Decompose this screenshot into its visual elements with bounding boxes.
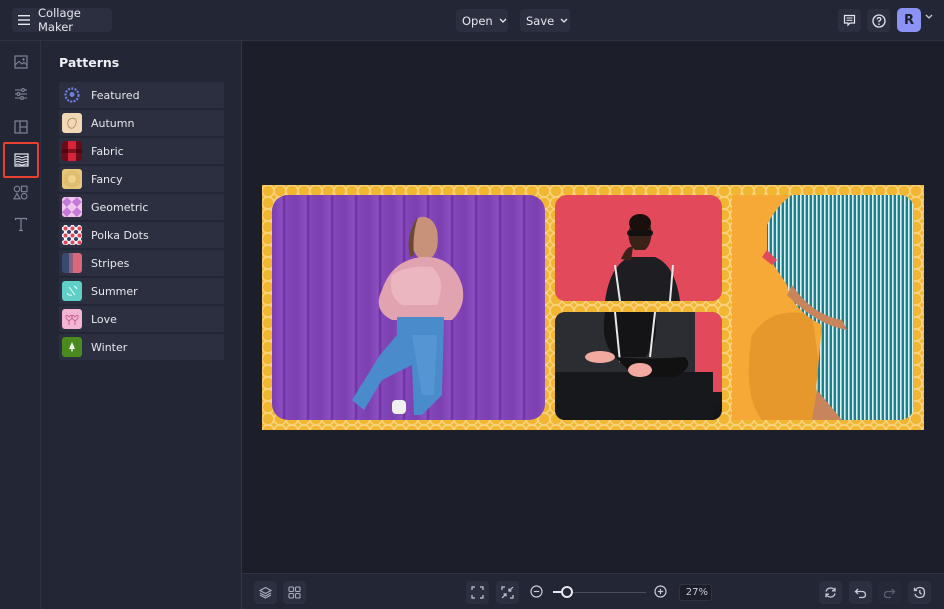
- fit-to-screen-button[interactable]: [466, 581, 489, 604]
- history-button[interactable]: [908, 581, 931, 604]
- collage-cell-4[interactable]: [732, 195, 914, 420]
- patterns-panel: Patterns Featured Autumn Fabric Fancy Ge…: [41, 41, 242, 609]
- save-button[interactable]: Save: [520, 9, 570, 32]
- user-avatar[interactable]: R: [897, 8, 921, 32]
- grid-icon: [288, 586, 301, 599]
- pattern-category-label: Fancy: [91, 172, 123, 186]
- rail-item-layouts[interactable]: [5, 112, 36, 142]
- grid-view-button[interactable]: [283, 581, 306, 604]
- panel-title: Patterns: [59, 55, 120, 70]
- actual-size-button[interactable]: [496, 581, 519, 604]
- rail-item-graphics[interactable]: [5, 177, 36, 207]
- chevron-down-icon: [499, 18, 507, 23]
- text-icon: [14, 217, 28, 232]
- winter-tree-thumbnail: [62, 337, 82, 357]
- replace-photos-button[interactable]: [819, 581, 842, 604]
- history-icon: [913, 586, 926, 599]
- chevron-down-icon: [560, 18, 568, 23]
- hamburger-icon: [18, 15, 30, 25]
- rail-item-photos[interactable]: [5, 47, 36, 77]
- shapes-icon: [13, 185, 28, 200]
- rail-item-text[interactable]: [5, 209, 36, 239]
- pattern-category-polka-dots[interactable]: Polka Dots: [59, 222, 224, 248]
- pattern-category-featured[interactable]: Featured: [59, 82, 224, 108]
- fabric-plaid-thumbnail: [62, 141, 82, 161]
- pattern-category-geometric[interactable]: Geometric: [59, 194, 224, 220]
- pattern-category-label: Stripes: [91, 256, 130, 270]
- zoom-out-icon[interactable]: [530, 585, 543, 598]
- pattern-category-label: Summer: [91, 284, 138, 298]
- help-icon: [871, 13, 886, 28]
- photo-woman-on-sofa: [555, 312, 722, 420]
- rail-item-patterns[interactable]: [3, 142, 39, 178]
- rail-item-adjust[interactable]: [5, 79, 36, 109]
- pattern-icon: [13, 153, 29, 167]
- pattern-category-winter[interactable]: Winter: [59, 334, 224, 360]
- zoom-slider-handle[interactable]: [560, 586, 573, 598]
- open-button[interactable]: Open: [456, 9, 508, 32]
- pattern-category-fabric[interactable]: Fabric: [59, 138, 224, 164]
- photo-striped-shirt-dress: [748, 195, 914, 420]
- collage-cell-3[interactable]: [555, 312, 722, 420]
- app-title: Collage Maker: [38, 6, 81, 34]
- summer-anchor-thumbnail: [62, 281, 82, 301]
- layout-icon: [13, 120, 28, 134]
- open-label: Open: [462, 13, 493, 28]
- app-menu-button[interactable]: Collage Maker: [12, 6, 112, 34]
- redo-button[interactable]: [878, 581, 901, 604]
- photo-woman-pink-jacket: [352, 216, 464, 415]
- sliders-icon: [14, 87, 28, 101]
- collage-cell-2[interactable]: [555, 195, 722, 301]
- comment-icon: [843, 14, 856, 27]
- help-button[interactable]: [867, 9, 890, 32]
- shrink-icon: [501, 586, 514, 599]
- pattern-category-autumn[interactable]: Autumn: [59, 110, 224, 136]
- pattern-category-summer[interactable]: Summer: [59, 278, 224, 304]
- tool-rail: [0, 41, 41, 609]
- expand-icon: [471, 586, 484, 599]
- pattern-category-fancy[interactable]: Fancy: [59, 166, 224, 192]
- pattern-category-label: Autumn: [91, 116, 135, 130]
- love-hearts-thumbnail: [62, 309, 82, 329]
- photo-woman-sunglasses: [605, 214, 680, 301]
- bottom-toolbar: 27%: [242, 573, 944, 609]
- save-label: Save: [526, 13, 555, 28]
- pattern-category-stripes[interactable]: Stripes: [59, 250, 224, 276]
- pattern-category-love[interactable]: Love: [59, 306, 224, 332]
- collage-cell-1[interactable]: [272, 195, 545, 420]
- fancy-thumbnail: [62, 169, 82, 189]
- pattern-category-label: Winter: [91, 340, 128, 354]
- top-bar: Collage Maker Open Save R: [0, 0, 944, 41]
- pattern-category-label: Geometric: [91, 200, 149, 214]
- zoom-slider[interactable]: [553, 586, 646, 598]
- autumn-acorn-thumbnail: [62, 113, 82, 133]
- account-menu-chevron-icon[interactable]: [925, 14, 933, 19]
- layers-icon: [259, 586, 272, 599]
- undo-button[interactable]: [849, 581, 872, 604]
- pattern-category-label: Polka Dots: [91, 228, 149, 242]
- geometric-thumbnail: [62, 197, 82, 217]
- pattern-category-label: Fabric: [91, 144, 124, 158]
- featured-laurel-icon: [62, 85, 82, 105]
- pattern-category-label: Featured: [91, 88, 140, 102]
- refresh-icon: [824, 586, 837, 599]
- image-icon: [13, 55, 28, 69]
- layers-button[interactable]: [254, 581, 277, 604]
- undo-icon: [854, 587, 867, 599]
- feedback-button[interactable]: [838, 9, 861, 32]
- redo-icon: [883, 587, 896, 599]
- stripes-thumbnail: [62, 253, 82, 273]
- polka-dots-thumbnail: [62, 225, 82, 245]
- zoom-percent-field[interactable]: 27%: [679, 584, 712, 601]
- pattern-category-label: Love: [91, 312, 117, 326]
- zoom-in-icon[interactable]: [654, 585, 667, 598]
- pattern-category-list: Featured Autumn Fabric Fancy Geometric P…: [59, 82, 224, 362]
